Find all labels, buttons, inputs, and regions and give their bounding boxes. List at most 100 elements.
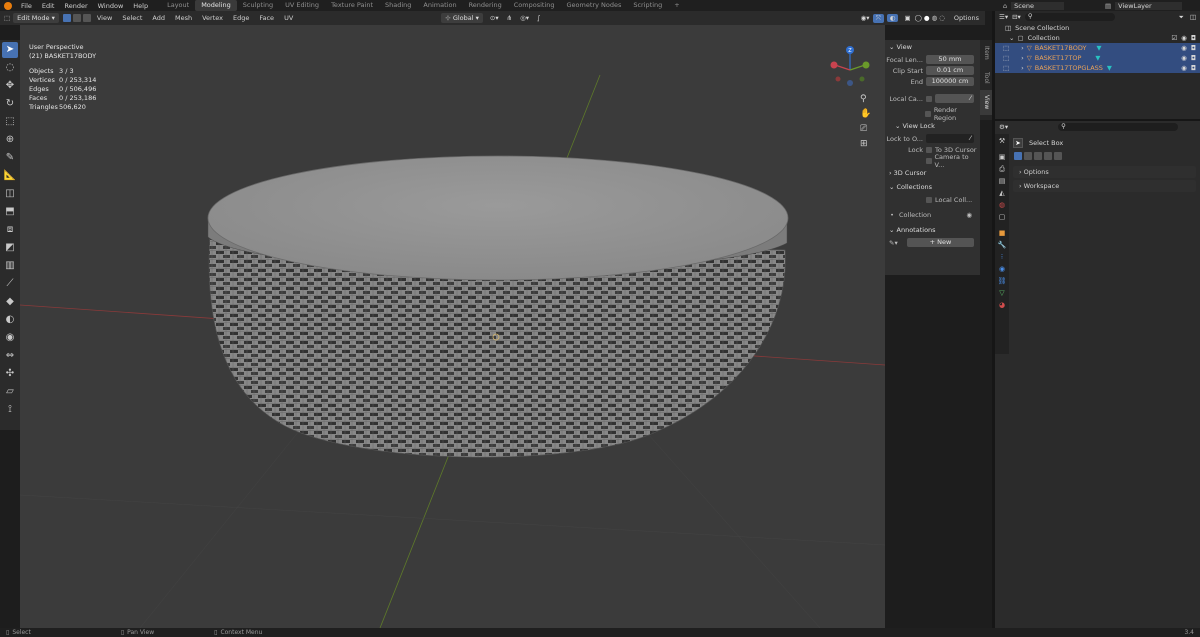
scale-tool-icon[interactable]: ⬚ [2,114,18,130]
object-render-icon[interactable]: ◘ [1191,43,1196,53]
tab-compositing[interactable]: Compositing [508,0,561,11]
object-render-icon[interactable]: ◘ [1191,53,1196,63]
exclude-checkbox-icon[interactable]: ☑ [1171,33,1177,43]
local-collections-checkbox[interactable] [926,196,932,203]
pivot-icon[interactable]: ⊙▾ [486,14,503,22]
particles-tab-icon[interactable]: ⁝ [997,252,1007,262]
data-tab-icon[interactable]: ▽ [997,288,1007,298]
inset-tool-icon[interactable]: ⧈ [2,222,18,238]
object-visibility-icon[interactable]: ◉ [1181,43,1187,53]
measure-tool-icon[interactable]: 📐 [2,168,18,184]
options-panel[interactable]: › Options [1013,166,1196,178]
tab-geometry-nodes[interactable]: Geometry Nodes [561,0,628,11]
annotate-tool-icon[interactable]: ✎ [2,150,18,166]
orientation-dropdown[interactable]: ⊹ Global ▾ [441,13,483,23]
tab-scripting[interactable]: Scripting [627,0,668,11]
menu-mesh[interactable]: Mesh [170,14,197,22]
gizmo-toggle-icon[interactable]: ⤧ [872,13,884,23]
navigation-gizmo[interactable]: Z [825,43,875,93]
shading-rendered-icon[interactable]: ◌ [938,14,946,22]
filter-icon[interactable]: ⏷ [1179,13,1184,22]
visibility-icon[interactable]: ◉▾ [858,14,873,22]
outliner-editor-icon[interactable]: ☰▾ [999,13,1008,21]
camera-view-icon[interactable]: ⎚ [860,122,871,137]
collection-row[interactable]: • Collection ◉ [885,209,980,220]
editor-type-icon[interactable]: ⬚ [4,14,10,22]
mode-subtract-icon[interactable] [1034,152,1042,160]
render-tab-icon[interactable]: ▣ [997,152,1007,162]
shading-solid-icon[interactable]: ● [923,14,931,22]
clip-start-field[interactable]: 0.01 cm [926,66,974,75]
mode-extend-icon[interactable] [1024,152,1032,160]
menu-add[interactable]: Add [147,14,170,22]
outliner-object-row[interactable]: ⬚ › ▽ BASKET17TOP ▼ ◉ ◘ [995,53,1200,63]
tab-animation[interactable]: Animation [417,0,462,11]
falloff-icon[interactable]: ∫ [533,14,544,22]
move-tool-icon[interactable]: ✥ [2,78,18,94]
edge-select-icon[interactable] [72,14,81,22]
add-workspace-button[interactable]: + [668,0,685,11]
edit-mode-icon[interactable]: ⬚ [1003,43,1009,53]
select-box-tool-icon[interactable]: ➤ [2,42,18,58]
rotate-tool-icon[interactable]: ↻ [2,96,18,112]
to-3d-cursor-checkbox[interactable] [926,146,932,153]
snap-icon[interactable]: ⋔ [503,14,516,22]
menu-face[interactable]: Face [254,14,279,22]
shading-wireframe-icon[interactable]: ◯ [914,14,923,22]
transform-tool-icon[interactable]: ⊕ [2,132,18,148]
overlay-toggle-icon[interactable]: ◐ [886,14,899,22]
menu-edit[interactable]: Edit [37,2,60,10]
local-camera-checkbox[interactable] [926,95,932,102]
collection-eye-icon[interactable]: ◉ [966,211,972,219]
tab-view[interactable]: View [980,90,992,115]
collection-row[interactable]: ⌄ ▢ Collection ☑ ◉ ◘ [995,33,1200,43]
collection-render-icon[interactable]: ◘ [1191,33,1196,43]
world-tab-icon[interactable]: ◍ [997,200,1007,210]
menu-render[interactable]: Render [59,2,92,10]
menu-help[interactable]: Help [128,2,153,10]
modifier-tab-icon[interactable]: 🔧 [997,240,1007,250]
annotations-panel-header[interactable]: ⌄ Annotations [885,223,980,237]
view-layer-selector[interactable]: ▤ ViewLayer [1105,1,1182,10]
scene-collection-row[interactable]: ◫ Scene Collection [995,23,1200,33]
poly-build-tool-icon[interactable]: ◆ [2,294,18,310]
rip-tool-icon[interactable]: ⟟ [2,402,18,418]
tab-item[interactable]: Item [980,40,992,65]
blender-logo-icon[interactable] [4,1,12,10]
face-select-icon[interactable] [82,14,91,22]
tab-texture-paint[interactable]: Texture Paint [325,0,379,11]
bevel-tool-icon[interactable]: ◩ [2,240,18,256]
options-button[interactable]: Options [946,14,985,22]
knife-tool-icon[interactable]: ⟋ [2,276,18,292]
camera-picker-field[interactable]: ⁄ [935,94,974,103]
select-box-icon[interactable]: ➤ [1013,138,1023,148]
menu-view[interactable]: View [92,14,117,22]
clip-end-field[interactable]: 100000 cm [926,77,974,86]
pan-hand-icon[interactable]: ✋ [860,107,871,122]
tab-shading[interactable]: Shading [379,0,417,11]
filter-dropdown-icon[interactable]: ⊟▾ [1012,13,1021,21]
view-layer-tab-icon[interactable]: ▤ [997,176,1007,186]
outliner-search-input[interactable]: ⚲ [1024,12,1115,21]
shrink-fatten-tool-icon[interactable]: ✣ [2,366,18,382]
tab-uv-editing[interactable]: UV Editing [279,0,325,11]
object-visibility-icon[interactable]: ◉ [1181,63,1187,73]
menu-file[interactable]: File [16,2,37,10]
tab-modeling[interactable]: Modeling [195,0,237,11]
extrude-tool-icon[interactable]: ⬒ [2,204,18,220]
focal-length-field[interactable]: 50 mm [926,55,974,64]
mode-dropdown[interactable]: Edit Mode ▾ [13,13,59,23]
menu-uv[interactable]: UV [279,14,298,22]
tab-layout[interactable]: Layout [161,0,195,11]
tool-tab-icon[interactable]: ⚒ [997,136,1007,146]
xray-toggle-icon[interactable]: ▣ [901,14,913,22]
workspace-panel[interactable]: › Workspace [1013,180,1196,192]
add-cube-tool-icon[interactable]: ◫ [2,186,18,202]
menu-window[interactable]: Window [93,2,129,10]
3d-viewport[interactable]: User Perspective (21) BASKET17BODY Objec… [20,25,885,628]
menu-edge[interactable]: Edge [228,14,254,22]
mode-intersect-icon[interactable] [1054,152,1062,160]
tab-rendering[interactable]: Rendering [463,0,508,11]
constraints-tab-icon[interactable]: ⛓ [997,276,1007,286]
object-visibility-icon[interactable]: ◉ [1181,53,1187,63]
